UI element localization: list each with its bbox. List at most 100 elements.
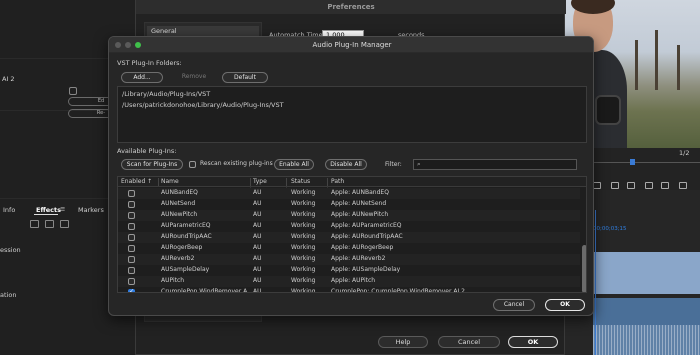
cell-status: Working [291, 266, 316, 273]
cell-path: Apple: AUNetSend [331, 200, 387, 207]
enabled-checkbox[interactable] [128, 212, 135, 219]
cell-type: AU [253, 200, 262, 207]
cell-path: Apple: AUNBandEQ [331, 189, 389, 196]
timeline-playhead[interactable] [595, 210, 596, 355]
folder-item[interactable]: /Library/Audio/Plug-Ins/VST [122, 90, 210, 98]
table-row[interactable]: AUNewPitch AU Working Apple: AUNewPitch [118, 210, 580, 221]
table-row[interactable]: AUPitch AU Working Apple: AUPitch [118, 276, 580, 287]
enabled-checkbox[interactable] [128, 245, 135, 252]
table-row[interactable]: AUParametricEQ AU Working Apple: AUParametr… [118, 221, 580, 232]
cell-path: Apple: AUNewPitch [331, 211, 389, 218]
zoom-icon[interactable] [135, 42, 141, 48]
rescan-checkbox[interactable] [189, 161, 196, 168]
divider [250, 178, 251, 186]
tab-effects[interactable]: Effects [36, 206, 61, 214]
add-folder-button[interactable]: Add... [121, 72, 163, 83]
divider [158, 178, 159, 186]
cell-name: AUNBandEQ [161, 189, 198, 196]
cell-path: Apple: AUReverb2 [331, 255, 386, 262]
vst-folders-label: VST Plug-In Folders: [117, 59, 182, 67]
rescan-label: Rescan existing plug-ins [200, 160, 273, 167]
cell-status: Working [291, 244, 316, 251]
cell-type: AU [253, 266, 262, 273]
table-row[interactable]: AURogerBeep AU Working Apple: AURogerBeep [118, 243, 580, 254]
enabled-checkbox[interactable] [128, 278, 135, 285]
cancel-button[interactable]: Cancel [438, 336, 500, 348]
table-row[interactable]: AUSampleDelay AU Working Apple: AUSampleDel… [118, 265, 580, 276]
divider [286, 178, 287, 186]
column-header-path[interactable]: Path [331, 178, 344, 185]
disable-all-button[interactable]: Disable All [325, 159, 367, 170]
panel-text-fragment: ation [0, 291, 17, 299]
search-icon: ⌕ [417, 160, 421, 168]
ok-button[interactable]: OK [508, 336, 558, 348]
cell-status: Working [291, 255, 316, 262]
tab-info[interactable]: Info [3, 206, 15, 214]
tree [677, 45, 680, 90]
cell-type: AU [253, 222, 262, 229]
cancel-button[interactable]: Cancel [493, 299, 535, 311]
filter-input[interactable]: ⌕ [413, 159, 577, 170]
column-header-type[interactable]: Type [253, 178, 267, 185]
table-row[interactable]: AURoundTripAAC AU Working Apple: AURoundTri… [118, 232, 580, 243]
ok-button[interactable]: OK [545, 299, 585, 311]
enabled-checkbox[interactable] [128, 190, 135, 197]
table-header: Enabled ↑ Name Type Status Path [118, 177, 586, 187]
table-row[interactable]: AUNetSend AU Working Apple: AUNetSend [118, 199, 580, 210]
cell-name: AUSampleDelay [161, 266, 210, 273]
step-forward-icon[interactable] [627, 182, 635, 189]
cell-type: AU [253, 255, 262, 262]
enabled-checkbox[interactable] [128, 223, 135, 230]
scroll-thumb[interactable] [582, 245, 586, 292]
button-editor-icon[interactable] [679, 182, 687, 189]
folder-item[interactable]: /Users/patrickdonohoe/Library/Audio/Plug… [122, 101, 284, 109]
enabled-checkbox[interactable] [128, 288, 135, 292]
cell-path: Apple: AUPitch [331, 277, 376, 284]
enabled-checkbox[interactable] [128, 234, 135, 241]
clip-name-fragment: AI 2 [2, 75, 15, 83]
play-icon[interactable] [611, 182, 619, 189]
step-back-icon[interactable] [593, 182, 601, 189]
cell-name: AUParametricEQ [161, 222, 211, 229]
vst-folder-list[interactable]: /Library/Audio/Plug-Ins/VST /Users/patri… [117, 86, 587, 143]
active-tab-underline [34, 214, 58, 215]
minimize-icon[interactable] [125, 42, 131, 48]
table-row[interactable]: AUNBandEQ AU Working Apple: AUNBandEQ [118, 188, 580, 199]
cell-name: AUPitch [161, 277, 185, 284]
32bit-effect-icon[interactable] [45, 220, 54, 228]
default-folders-button[interactable]: Default [222, 72, 268, 83]
column-header-enabled[interactable]: Enabled ↑ [121, 178, 152, 185]
camera-icon[interactable] [661, 182, 669, 189]
column-header-status[interactable]: Status [291, 178, 310, 185]
help-button[interactable]: Help [378, 336, 428, 348]
cell-path: Apple: AURoundTripAAC [331, 233, 403, 240]
table-scrollbar[interactable] [582, 187, 586, 292]
cell-status: Working [291, 222, 316, 229]
remove-folder-button[interactable]: Remove [173, 72, 215, 83]
cell-status: Working [291, 200, 316, 207]
accelerated-effect-icon[interactable] [30, 220, 39, 228]
close-icon[interactable] [115, 42, 121, 48]
cell-path: CrumplePop: CrumplePop WindRemover AI 2 [331, 288, 465, 293]
enabled-checkbox[interactable] [128, 267, 135, 274]
tab-markers[interactable]: Markers [78, 206, 104, 214]
yuv-effect-icon[interactable] [60, 220, 69, 228]
scan-plugins-button[interactable]: Scan for Plug-Ins [121, 159, 183, 170]
divider [327, 178, 328, 186]
checkbox[interactable] [69, 87, 77, 95]
enable-all-button[interactable]: Enable All [274, 159, 314, 170]
column-header-name[interactable]: Name [161, 178, 179, 185]
page-indicator: 1/2 [679, 149, 690, 157]
enabled-checkbox[interactable] [128, 256, 135, 263]
cell-status: Working [291, 288, 316, 293]
cell-type: AU [253, 189, 262, 196]
cell-name: AUReverb2 [161, 255, 195, 262]
table-row[interactable]: AUReverb2 AU Working Apple: AUReverb2 [118, 254, 580, 265]
cell-name: CrumplePop WindRemover AI 2 [161, 288, 247, 293]
video-clip[interactable] [593, 252, 700, 294]
playhead-marker-icon[interactable] [630, 159, 635, 165]
table-row[interactable]: CrumplePop WindRemover AI 2 AU Working Crum… [118, 287, 580, 293]
insert-icon[interactable] [645, 182, 653, 189]
enabled-checkbox[interactable] [128, 201, 135, 208]
menu-icon[interactable]: ≡ [60, 205, 65, 213]
